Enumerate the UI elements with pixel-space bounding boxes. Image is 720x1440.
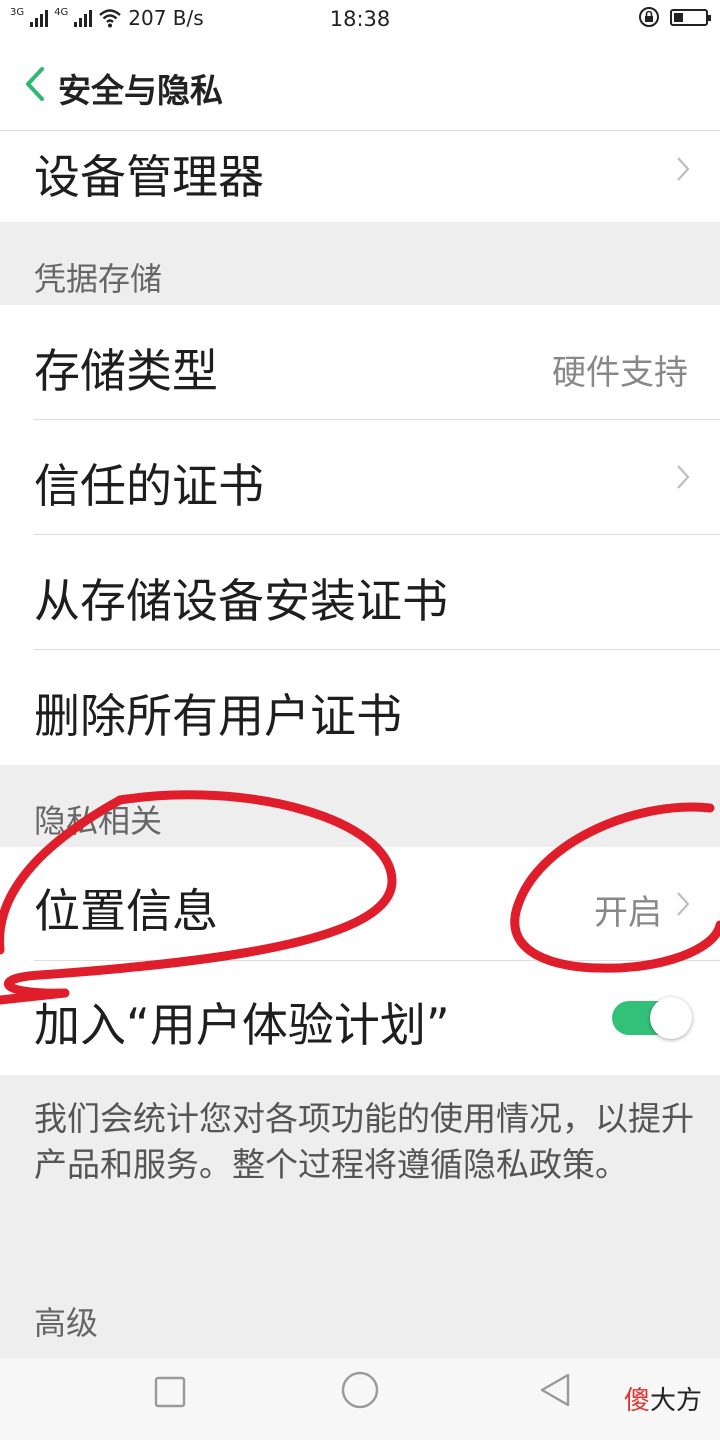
back-arrow-icon[interactable] bbox=[22, 66, 46, 102]
toggle-knob bbox=[650, 997, 692, 1039]
battery-icon bbox=[670, 8, 711, 26]
ux-program-description: 我们会统计您对各项功能的使用情况，以提升产品和服务。整个过程将遵循隐私政策。 bbox=[34, 1099, 694, 1184]
section-title-advanced: 高级 bbox=[34, 1304, 99, 1342]
battery-level bbox=[674, 12, 683, 22]
status-bar: 3G 4G 207 B/s 18:38 bbox=[0, 0, 720, 38]
row-label: 设备管理器 bbox=[34, 150, 264, 204]
watermark-part-2: 大方 bbox=[649, 1386, 702, 1416]
row-label: 删除所有用户证书 bbox=[34, 689, 402, 743]
status-right bbox=[638, 6, 711, 28]
chevron-right-icon bbox=[677, 892, 690, 916]
row-trusted-certificates[interactable]: 信任的证书 bbox=[0, 420, 720, 534]
row-value: 开启 bbox=[594, 893, 662, 933]
chevron-right-icon bbox=[677, 465, 690, 489]
back-button-icon[interactable] bbox=[536, 1371, 574, 1409]
row-label: 从存储设备安装证书 bbox=[34, 574, 448, 628]
row-remove-user-certificates[interactable]: 删除所有用户证书 bbox=[0, 650, 720, 764]
rotation-lock-icon bbox=[639, 7, 659, 27]
page-title: 安全与隐私 bbox=[58, 71, 223, 110]
privacy-group: 位置信息 开启 加入“用户体验计划” bbox=[0, 847, 720, 1075]
watermark-part-1: 傻 bbox=[623, 1386, 650, 1416]
row-label: 信任的证书 bbox=[34, 459, 264, 513]
watermark: 傻大方 bbox=[624, 1380, 702, 1417]
row-device-manager[interactable]: 设备管理器 bbox=[0, 131, 720, 222]
ux-program-toggle[interactable] bbox=[612, 997, 692, 1039]
row-location[interactable]: 位置信息 开启 bbox=[0, 847, 720, 960]
row-label: 位置信息 bbox=[34, 884, 218, 938]
credential-storage-group: 存储类型 硬件支持 信任的证书 从存储设备安装证书 删除所有用户证书 bbox=[0, 305, 720, 765]
home-button-icon[interactable] bbox=[340, 1370, 380, 1410]
row-storage-type[interactable]: 存储类型 硬件支持 bbox=[0, 305, 720, 419]
row-install-from-storage[interactable]: 从存储设备安装证书 bbox=[0, 535, 720, 649]
row-label: 加入“用户体验计划” bbox=[34, 998, 450, 1052]
section-title-credential-storage: 凭据存储 bbox=[34, 260, 163, 298]
chevron-right-icon bbox=[677, 157, 690, 181]
system-nav-bar: 傻大方 bbox=[0, 1358, 720, 1440]
section-title-privacy: 隐私相关 bbox=[34, 802, 163, 840]
clock: 18:38 bbox=[329, 7, 391, 31]
row-user-experience-program[interactable]: 加入“用户体验计划” bbox=[0, 961, 720, 1075]
row-label: 存储类型 bbox=[34, 344, 218, 398]
row-value: 硬件支持 bbox=[552, 353, 688, 393]
app-header: 安全与隐私 bbox=[0, 38, 720, 131]
recents-button-icon[interactable] bbox=[152, 1374, 188, 1410]
